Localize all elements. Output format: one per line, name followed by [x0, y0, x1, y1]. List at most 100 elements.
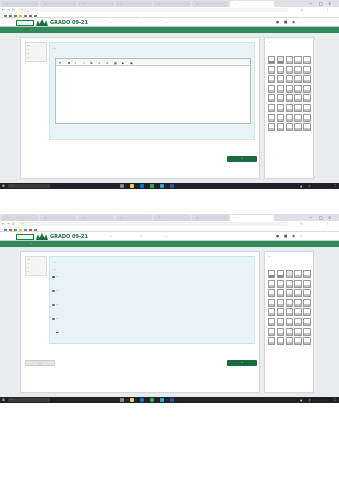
store-icon[interactable] [160, 184, 164, 188]
star-icon[interactable]: ☆ [300, 8, 303, 12]
menu-item[interactable]: ... [110, 21, 112, 24]
maximize-icon[interactable]: □ [319, 1, 323, 6]
close-icon[interactable]: × [328, 1, 331, 6]
clear-choice-link[interactable]: ... [56, 329, 58, 332]
file-explorer-icon[interactable] [130, 184, 134, 188]
menu-item[interactable]: ... [140, 235, 142, 238]
navigation-cell[interactable] [303, 337, 311, 346]
navigation-cell[interactable] [276, 56, 285, 64]
navigation-cell[interactable] [285, 75, 293, 84]
navigation-cell[interactable] [285, 84, 293, 93]
volume-icon[interactable]: ♫ [308, 398, 311, 402]
back-icon[interactable]: ← [2, 222, 5, 226]
flag-question-link[interactable]: ... [27, 270, 45, 274]
navigation-cell[interactable] [285, 103, 293, 112]
navigation-cell[interactable] [294, 84, 302, 93]
file-explorer-icon[interactable] [130, 398, 134, 402]
navigation-cell[interactable] [294, 337, 302, 346]
task-view-icon[interactable] [120, 184, 124, 188]
bookmark-icon[interactable] [29, 14, 32, 18]
reload-icon[interactable]: ↻ [12, 8, 15, 12]
more-icon[interactable]: ⋮ [326, 222, 330, 226]
navigation-cell[interactable] [285, 65, 293, 74]
message-icon[interactable]: ■ [284, 20, 287, 24]
network-icon[interactable]: ▲ [300, 398, 302, 402]
avatar[interactable]: ◉ [292, 20, 295, 24]
navigation-cell[interactable] [303, 113, 311, 122]
bookmark-icon[interactable] [9, 228, 12, 232]
chrome-icon[interactable] [150, 184, 154, 188]
navigation-cell[interactable] [294, 279, 302, 288]
bookmark-icon[interactable] [9, 14, 12, 18]
navigation-cell[interactable] [285, 337, 293, 346]
radio-button[interactable] [52, 317, 55, 321]
avatar[interactable]: ◉ [292, 234, 295, 238]
answer-option[interactable]: ... [52, 317, 252, 321]
navigation-cell[interactable] [294, 308, 302, 317]
navigation-cell[interactable] [276, 270, 285, 278]
navigation-cell[interactable] [276, 94, 285, 103]
course-title[interactable]: GRADO 09-21 [50, 234, 88, 240]
navigation-cell[interactable] [285, 270, 293, 278]
navigation-cell[interactable] [276, 298, 285, 307]
navigation-cell[interactable] [268, 337, 276, 346]
radio-button[interactable] [52, 275, 55, 279]
navigation-cell[interactable] [276, 289, 285, 298]
navigation-cell[interactable] [285, 94, 293, 103]
navigation-cell[interactable] [268, 298, 276, 307]
essay-answer-text[interactable]: ... [59, 69, 247, 73]
windows-start-icon[interactable]: ⊞ [2, 184, 6, 188]
menu-item[interactable]: ... [165, 21, 167, 24]
bookmark-icon[interactable] [24, 14, 27, 18]
essay-editor[interactable]: ¶ B I • № ∞ ⊘ ▦ ▶ ▣ ... [55, 58, 251, 124]
taskbar-search-input[interactable]: ... [8, 398, 50, 402]
navigation-cell[interactable] [268, 103, 276, 112]
numbered-list-icon[interactable]: № [90, 61, 93, 65]
navigation-cell[interactable] [285, 298, 293, 307]
navigation-cell[interactable] [303, 84, 311, 93]
navigation-cell[interactable] [268, 113, 276, 122]
minimize-icon[interactable]: – [310, 1, 312, 6]
windows-start-icon[interactable]: ⊞ [2, 398, 6, 402]
bookmark-icon[interactable] [14, 14, 17, 18]
navigation-cell[interactable] [285, 279, 293, 288]
bookmark-icon[interactable] [19, 14, 22, 18]
image-icon[interactable]: ▦ [114, 61, 117, 65]
navigation-cell[interactable] [294, 103, 302, 112]
forward-icon[interactable]: → [7, 8, 10, 12]
navigation-cell[interactable] [268, 279, 276, 288]
media-icon[interactable]: ▶ [122, 61, 124, 65]
navigation-cell[interactable] [285, 289, 293, 298]
message-icon[interactable]: ■ [284, 234, 287, 238]
navigation-cell[interactable] [294, 298, 302, 307]
network-icon[interactable]: ▲ [300, 184, 302, 188]
menu-item[interactable]: ... [140, 21, 142, 24]
bullet-list-icon[interactable]: • [83, 61, 85, 65]
navigation-cell[interactable] [276, 65, 285, 74]
answer-option[interactable]: ... [52, 303, 252, 307]
navigation-cell[interactable] [268, 270, 276, 278]
user-name[interactable]: ... [300, 235, 302, 238]
answer-option[interactable]: ... [52, 275, 252, 279]
navigation-cell[interactable] [303, 103, 311, 112]
taskbar-clock[interactable]: ... ... [322, 183, 336, 189]
navigation-cell[interactable] [294, 75, 302, 84]
edge-icon[interactable] [140, 398, 144, 402]
flag-question-link[interactable]: ... [27, 56, 45, 60]
navigation-cell[interactable] [276, 75, 285, 84]
radio-button[interactable] [52, 289, 55, 293]
bold-icon[interactable]: B [68, 61, 70, 65]
navigation-cell[interactable] [276, 308, 285, 317]
store-icon[interactable] [160, 398, 164, 402]
navigation-cell[interactable] [294, 113, 302, 122]
forward-icon[interactable]: → [7, 222, 10, 226]
bookmark-icon[interactable] [4, 228, 7, 232]
navigation-cell[interactable] [268, 327, 276, 336]
navigation-cell[interactable] [285, 113, 293, 122]
navigation-cell[interactable] [303, 317, 311, 326]
navigation-cell[interactable] [276, 279, 285, 288]
navigation-cell[interactable] [303, 289, 311, 298]
navigation-cell[interactable] [285, 56, 293, 64]
address-input[interactable]: ... [18, 8, 288, 12]
navigation-cell[interactable] [276, 103, 285, 112]
